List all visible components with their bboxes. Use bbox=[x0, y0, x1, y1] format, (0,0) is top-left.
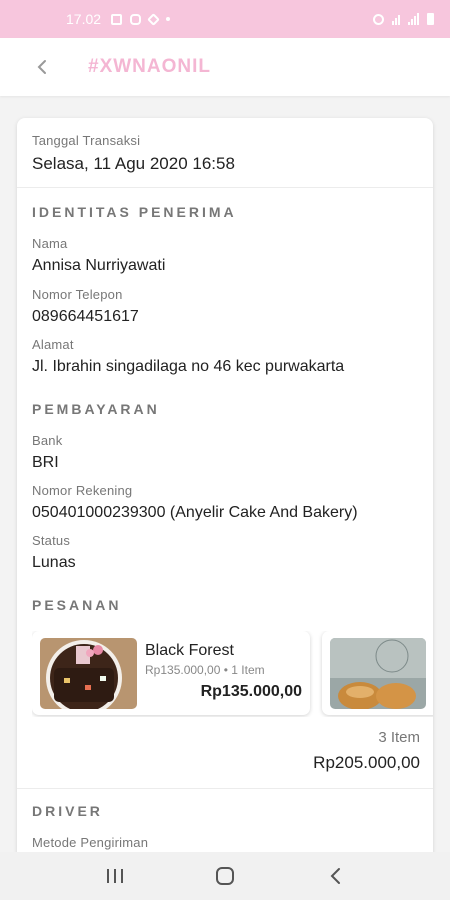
home-button[interactable] bbox=[205, 856, 245, 896]
home-icon bbox=[216, 867, 234, 885]
orders-section-title: PESANAN bbox=[32, 597, 122, 613]
product-image bbox=[330, 638, 426, 709]
address-value: Jl. Ibrahin singadilaga no 46 kec purwak… bbox=[32, 358, 345, 375]
account-label: Nomor Rekening bbox=[32, 483, 133, 498]
status-block: Status Lunas bbox=[32, 533, 76, 572]
bank-block: Bank BRI bbox=[32, 433, 62, 472]
account-block: Nomor Rekening 050401000239300 (Anyelir … bbox=[32, 483, 358, 522]
driver-section-title: DRIVER bbox=[32, 803, 103, 819]
recent-apps-icon bbox=[107, 869, 123, 883]
transaction-card: Tanggal Transaksi Selasa, 11 Agu 2020 16… bbox=[17, 118, 433, 868]
phone-label: Nomor Telepon bbox=[32, 287, 123, 302]
notification-dot-icon bbox=[166, 17, 171, 21]
orders-carousel[interactable]: Black Forest Rp135.000,00 • 1 Item Rp135… bbox=[32, 631, 433, 717]
bank-label: Bank bbox=[32, 433, 63, 448]
navigation-bar bbox=[0, 852, 450, 900]
app-bar: #XWNAONIL bbox=[0, 38, 450, 96]
recent-apps-button[interactable] bbox=[95, 856, 135, 896]
phone-value: 089664451617 bbox=[32, 308, 139, 325]
address-label: Alamat bbox=[32, 337, 74, 352]
system-back-button[interactable] bbox=[315, 856, 355, 896]
bank-value: BRI bbox=[32, 454, 59, 471]
signal-icon bbox=[408, 13, 419, 25]
transaction-date-value: Selasa, 11 Agu 2020 16:58 bbox=[32, 154, 235, 173]
total-items: 3 Item bbox=[378, 729, 420, 746]
product-name: Black Forest bbox=[145, 642, 234, 659]
status-time: 17.02 bbox=[66, 11, 102, 27]
recipient-section-title: IDENTITAS PENERIMA bbox=[32, 204, 237, 220]
wifi-icon bbox=[392, 13, 400, 25]
instagram-icon bbox=[130, 13, 142, 25]
payment-section-title: PEMBAYARAN bbox=[32, 401, 160, 417]
back-icon bbox=[330, 868, 340, 884]
order-item-card[interactable] bbox=[322, 631, 433, 715]
name-value: Annisa Nurriyawati bbox=[32, 257, 166, 274]
back-button[interactable] bbox=[22, 47, 62, 87]
name-label: Nama bbox=[32, 236, 68, 251]
status-value: Lunas bbox=[32, 554, 76, 571]
status-label: Status bbox=[32, 533, 71, 548]
delivery-method-label: Metode Pengiriman bbox=[32, 835, 149, 850]
chevron-left-icon bbox=[37, 60, 46, 74]
divider bbox=[17, 187, 433, 188]
gallery-icon bbox=[111, 13, 123, 25]
account-value: 050401000239300 (Anyelir Cake And Bakery… bbox=[32, 504, 358, 521]
transaction-date-block: Tanggal Transaksi Selasa, 11 Agu 2020 16… bbox=[17, 133, 250, 174]
recipient-address-block: Alamat Jl. Ibrahin singadilaga no 46 kec… bbox=[32, 337, 344, 376]
total-price: Rp205.000,00 bbox=[313, 753, 420, 772]
product-subtitle: Rp135.000,00 • 1 Item bbox=[145, 663, 265, 677]
order-item-card[interactable]: Black Forest Rp135.000,00 • 1 Item Rp135… bbox=[32, 631, 310, 715]
page-title: #XWNAONIL bbox=[88, 56, 211, 77]
product-price: Rp135.000,00 bbox=[200, 683, 302, 700]
recipient-phone-block: Nomor Telepon 089664451617 bbox=[32, 287, 139, 326]
transaction-date-label: Tanggal Transaksi bbox=[32, 133, 141, 148]
battery-icon bbox=[427, 13, 434, 25]
divider bbox=[17, 788, 433, 789]
product-image bbox=[40, 638, 137, 709]
drive-icon bbox=[147, 12, 160, 26]
status-bar: 17.02 bbox=[0, 0, 450, 38]
recipient-name-block: Nama Annisa Nurriyawati bbox=[32, 236, 165, 275]
alarm-icon bbox=[373, 13, 384, 25]
